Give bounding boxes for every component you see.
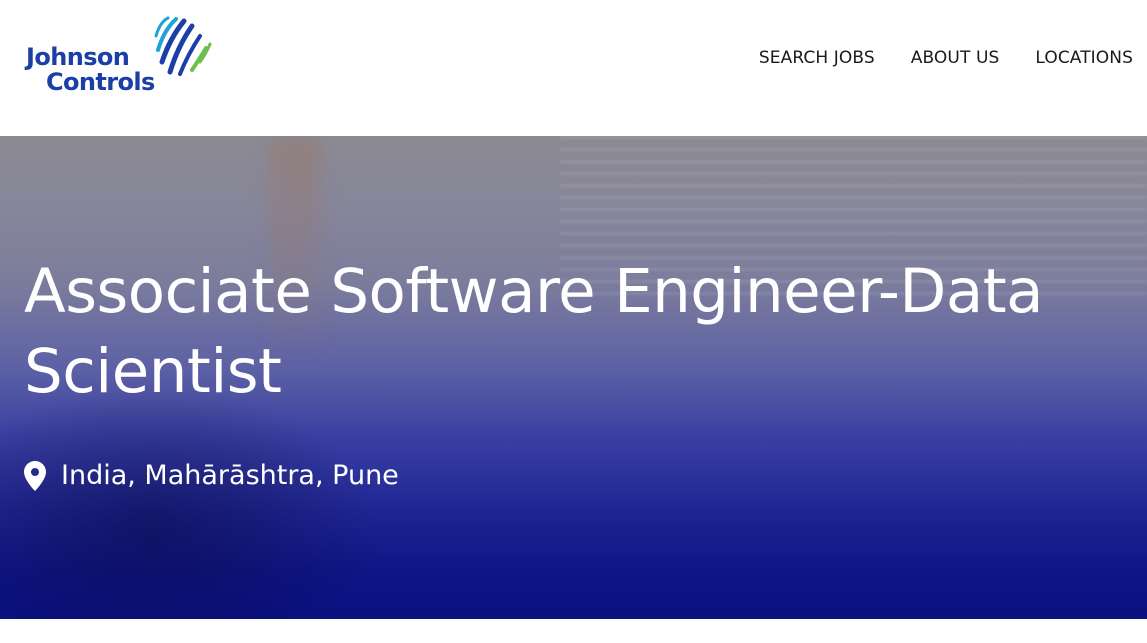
job-location-text: India, Mahārāshtra, Pune <box>61 460 399 491</box>
job-location: India, Mahārāshtra, Pune <box>24 460 399 491</box>
logo-line-2: Controls <box>46 68 155 96</box>
logo-wordmark: Johnson Controls <box>26 45 155 95</box>
logo-line-1: Johnson <box>26 43 130 71</box>
nav-search-jobs[interactable]: SEARCH JOBS <box>759 48 875 68</box>
main-nav: SEARCH JOBS ABOUT US LOCATIONS <box>759 48 1133 68</box>
nav-about-us[interactable]: ABOUT US <box>911 48 1000 68</box>
hero-background-shadow <box>0 386 380 619</box>
logo-wave-icon <box>154 16 212 76</box>
nav-locations[interactable]: LOCATIONS <box>1035 48 1133 68</box>
map-pin-icon <box>24 460 46 491</box>
page-body-start <box>0 619 1147 643</box>
job-title: Associate Software Engineer-Data Scienti… <box>24 256 1044 407</box>
site-header: Johnson Controls SEARCH JOBS ABOUT US LO… <box>0 0 1147 136</box>
johnson-controls-logo[interactable]: Johnson Controls <box>24 16 214 106</box>
